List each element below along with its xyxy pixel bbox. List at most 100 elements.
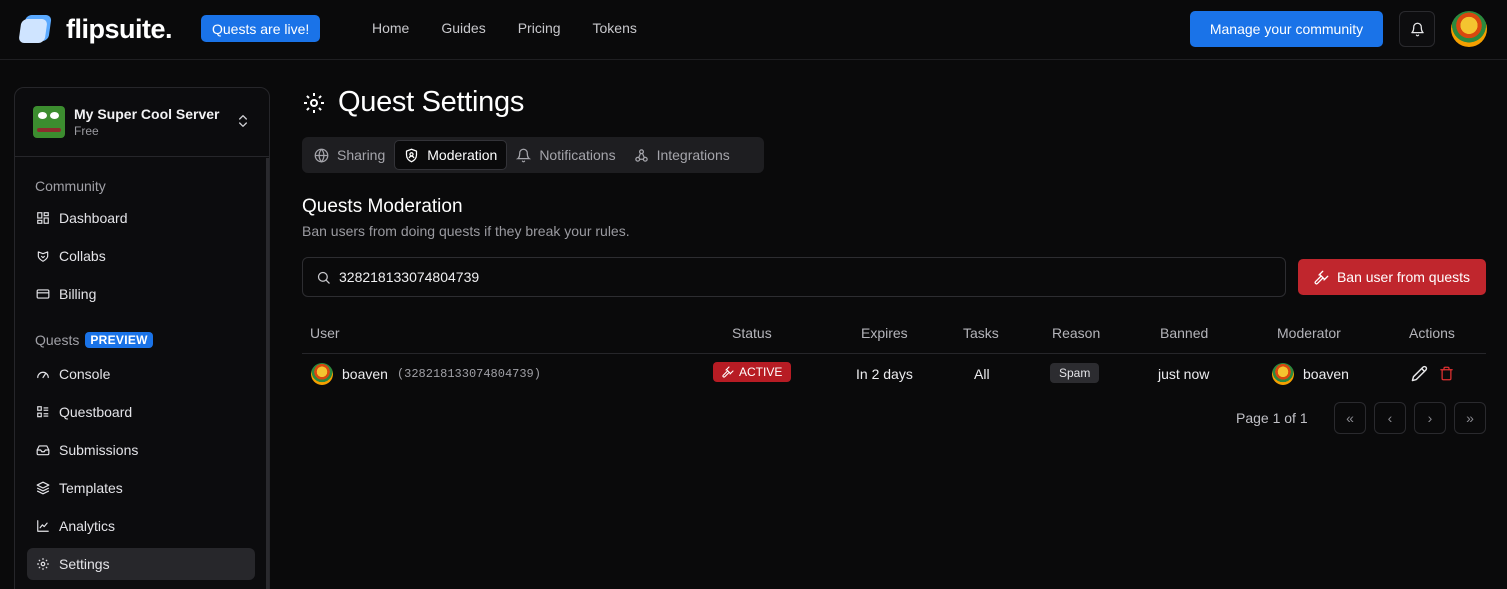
- quests-section-label: Quests PREVIEW: [35, 332, 153, 348]
- cell-tasks: All: [974, 366, 990, 382]
- gauge-icon: [37, 371, 49, 379]
- chart-line-icon: [37, 520, 49, 532]
- cell-actions: [1411, 365, 1454, 385]
- quests-live-badge[interactable]: Quests are live!: [201, 15, 321, 42]
- moderator-avatar: [1272, 363, 1294, 385]
- edit-button[interactable]: [1411, 365, 1428, 385]
- sidebar-item-label: Questboard: [59, 404, 133, 420]
- tab-label: Moderation: [427, 147, 498, 163]
- gavel-icon: [1314, 270, 1329, 284]
- tab-integrations[interactable]: Integrations: [625, 140, 739, 170]
- nav-guides[interactable]: Guides: [441, 20, 485, 36]
- sidebar-item-submissions[interactable]: Submissions: [27, 434, 255, 466]
- brand-name: flipsuite.: [66, 13, 173, 44]
- search-icon: [317, 271, 330, 284]
- trash-icon: [1440, 366, 1453, 381]
- moderator-name[interactable]: boaven: [1303, 366, 1349, 382]
- gear-icon: [37, 558, 49, 570]
- sidebar-item-analytics[interactable]: Analytics: [27, 510, 255, 542]
- bell-icon: [1410, 22, 1424, 36]
- inbox-icon: [36, 445, 50, 456]
- column-header-user: User: [310, 325, 340, 341]
- table-divider: [302, 353, 1486, 354]
- gavel-icon: [722, 366, 734, 378]
- sidebar-item-label: Submissions: [59, 442, 139, 458]
- tab-notifications[interactable]: Notifications: [507, 140, 624, 170]
- preview-badge: PREVIEW: [85, 332, 153, 348]
- prev-page-button[interactable]: ‹: [1374, 402, 1406, 434]
- globe-icon: [314, 148, 329, 163]
- gear-icon: [304, 92, 324, 113]
- section-title: Quests Moderation: [302, 196, 463, 217]
- page-indicator: Page 1 of 1: [1236, 410, 1308, 426]
- first-page-button[interactable]: «: [1334, 402, 1366, 434]
- sidebar: My Super Cool Server Free Community Dash…: [14, 87, 270, 589]
- cell-moderator: boaven: [1272, 363, 1349, 385]
- sidebar-item-dashboard[interactable]: Dashboard: [27, 202, 255, 234]
- notifications-button[interactable]: [1399, 11, 1435, 47]
- delete-button[interactable]: [1439, 365, 1454, 385]
- chevrons-up-down-icon: [239, 115, 247, 127]
- tab-label: Integrations: [656, 147, 730, 163]
- page-title-text: Quest Settings: [338, 86, 525, 118]
- tab-label: Sharing: [337, 147, 386, 163]
- column-header-banned: Banned: [1160, 325, 1209, 341]
- server-plan: Free: [74, 124, 99, 138]
- sidebar-scrollbar[interactable]: [266, 158, 269, 589]
- server-avatar: [33, 106, 65, 138]
- brand-logo[interactable]: flipsuite.: [18, 13, 173, 45]
- nav-home[interactable]: Home: [372, 20, 409, 36]
- manage-community-button[interactable]: Manage your community: [1190, 11, 1383, 47]
- cell-status: ACTIVE: [713, 362, 792, 382]
- dashboard-icon: [37, 212, 49, 224]
- column-header-actions: Actions: [1409, 325, 1455, 341]
- sidebar-item-settings[interactable]: Settings: [27, 548, 255, 580]
- section-subtitle: Ban users from doing quests if they brea…: [302, 223, 630, 239]
- ban-user-button[interactable]: Ban user from quests: [1298, 259, 1486, 295]
- user-id: (328218133074804739): [396, 367, 541, 381]
- user-name[interactable]: boaven: [342, 366, 388, 382]
- sidebar-item-billing[interactable]: Billing: [27, 278, 255, 310]
- sidebar-item-collabs[interactable]: Collabs: [27, 240, 255, 272]
- tab-moderation[interactable]: Moderation: [394, 140, 508, 170]
- server-switcher[interactable]: My Super Cool Server Free: [15, 88, 269, 157]
- search-input[interactable]: [339, 269, 1239, 285]
- credit-card-icon: [36, 289, 50, 299]
- column-header-moderator: Moderator: [1277, 325, 1341, 341]
- last-page-button[interactable]: »: [1454, 402, 1486, 434]
- sidebar-item-label: Collabs: [59, 248, 106, 264]
- next-page-button[interactable]: ›: [1414, 402, 1446, 434]
- sidebar-item-label: Dashboard: [59, 210, 128, 226]
- sidebar-item-questboard[interactable]: Questboard: [27, 396, 255, 428]
- search-box[interactable]: [302, 257, 1286, 297]
- column-header-expires: Expires: [861, 325, 908, 341]
- layers-icon: [36, 481, 50, 495]
- user-avatar[interactable]: [1451, 11, 1487, 47]
- cell-reason: Spam: [1050, 363, 1100, 383]
- cell-user: boaven (328218133074804739): [311, 363, 541, 385]
- tab-label: Notifications: [539, 147, 616, 163]
- sidebar-item-label: Templates: [59, 480, 123, 496]
- column-header-status: Status: [732, 325, 772, 341]
- settings-tabs: Sharing Moderation Notifications Integra…: [302, 137, 764, 173]
- webhook-icon: [634, 148, 648, 162]
- sidebar-item-console[interactable]: Console: [27, 358, 255, 390]
- community-section-label: Community: [35, 178, 106, 194]
- bell-icon: [516, 148, 532, 162]
- cell-expires: In 2 days: [856, 366, 913, 382]
- reason-badge: Spam: [1050, 363, 1100, 383]
- pencil-icon: [1411, 365, 1428, 382]
- logo-icon: [18, 13, 52, 45]
- nav-pricing[interactable]: Pricing: [518, 20, 561, 36]
- page-title: Quest Settings: [302, 86, 524, 119]
- nav-tokens[interactable]: Tokens: [593, 20, 637, 36]
- main-nav: Home Guides Pricing Tokens: [372, 20, 669, 36]
- tab-sharing[interactable]: Sharing: [305, 140, 394, 170]
- top-bar: flipsuite. Quests are live! Home Guides …: [0, 0, 1507, 60]
- cell-banned: just now: [1158, 366, 1210, 382]
- column-header-reason: Reason: [1052, 325, 1101, 341]
- status-badge: ACTIVE: [713, 362, 792, 382]
- user-avatar: [311, 363, 333, 385]
- sidebar-item-templates[interactable]: Templates: [27, 472, 255, 504]
- sidebar-item-label: Settings: [59, 556, 110, 572]
